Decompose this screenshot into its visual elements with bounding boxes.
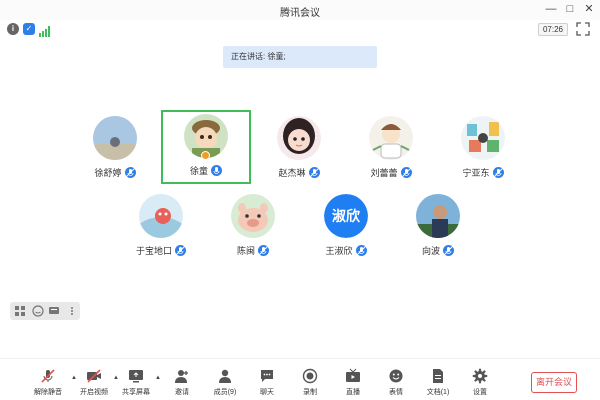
members-icon	[219, 369, 231, 383]
participant-name: 刘蕾蕾	[370, 168, 398, 178]
participant-tile[interactable]: 赵杰琳	[254, 112, 344, 186]
mic-muted-icon	[41, 369, 55, 383]
participant-name: 宁亚东	[462, 168, 490, 178]
start-video-button[interactable]: 开启视频	[72, 365, 116, 399]
grid-view-icon[interactable]	[14, 305, 26, 317]
chat-button[interactable]: 聊天	[245, 365, 289, 399]
participant-name: 徐童	[189, 166, 208, 176]
live-stream-icon	[346, 368, 360, 382]
avatar	[139, 194, 183, 238]
more-icon[interactable]	[66, 305, 78, 317]
meeting-timer: 07:26	[538, 23, 568, 36]
avatar	[93, 116, 137, 160]
maximize-icon[interactable]: □	[563, 2, 577, 16]
avatar	[231, 194, 275, 238]
meeting-toolbar: 解除静音 ▲ 开启视频 ▲ 共享屏幕 ▲ 邀请 成员(9) 聊天 录制 直播 表…	[0, 358, 600, 400]
mic-icon	[443, 245, 454, 257]
unmute-button[interactable]: 解除静音	[26, 365, 70, 399]
settings-button[interactable]: 设置	[458, 365, 502, 399]
mic-icon	[258, 245, 269, 257]
meeting-info-bar: i ✓ 07:26	[0, 20, 600, 40]
leave-meeting-button[interactable]: 离开会议	[531, 372, 577, 393]
document-icon	[433, 369, 443, 383]
avatar	[416, 194, 460, 238]
participant-name: 于宝地口	[135, 246, 172, 256]
avatar-initials: 淑欣	[324, 194, 368, 238]
participant-tile[interactable]: 徐舒婷	[70, 112, 160, 186]
record-icon	[302, 368, 318, 384]
active-speaker-banner: 正在讲话: 徐童;	[223, 46, 377, 68]
participant-name: 陈闽	[236, 246, 255, 256]
avatar	[461, 116, 505, 160]
participant-tile[interactable]: 刘蕾蕾	[346, 112, 436, 186]
fullscreen-icon[interactable]	[576, 22, 590, 36]
participant-name: 向波	[421, 246, 440, 256]
members-button[interactable]: 成员(9)	[203, 365, 247, 399]
participant-tile[interactable]: 淑欣 王淑欣	[301, 190, 391, 264]
invite-user-icon	[175, 370, 188, 383]
documents-button[interactable]: 文档(1)	[416, 365, 460, 399]
participant-tile[interactable]: 于宝地口	[116, 190, 206, 264]
participant-name: 徐舒婷	[94, 168, 122, 178]
record-button[interactable]: 录制	[288, 365, 332, 399]
participant-tile[interactable]: 向波	[393, 190, 483, 264]
mic-icon	[400, 167, 412, 179]
mic-active-icon	[211, 165, 222, 177]
share-screen-button[interactable]: 共享屏幕	[114, 365, 158, 399]
window-title: 腾讯会议	[280, 8, 320, 19]
participant-tile-active[interactable]: 徐童	[161, 110, 251, 184]
message-icon[interactable]	[48, 305, 60, 317]
view-controls	[10, 302, 80, 320]
mic-icon	[492, 167, 504, 179]
signal-icon[interactable]	[39, 24, 51, 37]
speaking-badge-icon	[201, 151, 210, 160]
mic-icon	[355, 245, 367, 257]
mic-icon	[308, 167, 320, 179]
mic-icon	[175, 245, 186, 257]
live-button[interactable]: 直播	[331, 365, 375, 399]
chat-icon	[261, 370, 273, 382]
participant-name: 王淑欣	[325, 246, 353, 256]
reactions-button[interactable]: 表情	[374, 365, 418, 399]
avatar	[277, 116, 321, 160]
security-shield-icon[interactable]: ✓	[23, 23, 35, 35]
participant-tile[interactable]: 陈闽	[208, 190, 298, 264]
title-bar: 腾讯会议 — □ ✕	[0, 0, 600, 20]
gear-icon	[472, 368, 488, 384]
participant-tile[interactable]: 宁亚东	[438, 112, 528, 186]
minimize-icon[interactable]: —	[544, 2, 558, 16]
close-icon[interactable]: ✕	[582, 2, 596, 16]
info-icon[interactable]: i	[7, 23, 19, 35]
smiley-icon	[389, 369, 403, 383]
avatar	[369, 116, 413, 160]
camera-off-icon	[87, 369, 101, 383]
emoji-icon[interactable]	[32, 305, 44, 317]
screen-share-icon	[129, 370, 143, 383]
mic-icon	[124, 167, 136, 179]
invite-button[interactable]: 邀请	[160, 365, 204, 399]
participant-name: 赵杰琳	[278, 168, 306, 178]
